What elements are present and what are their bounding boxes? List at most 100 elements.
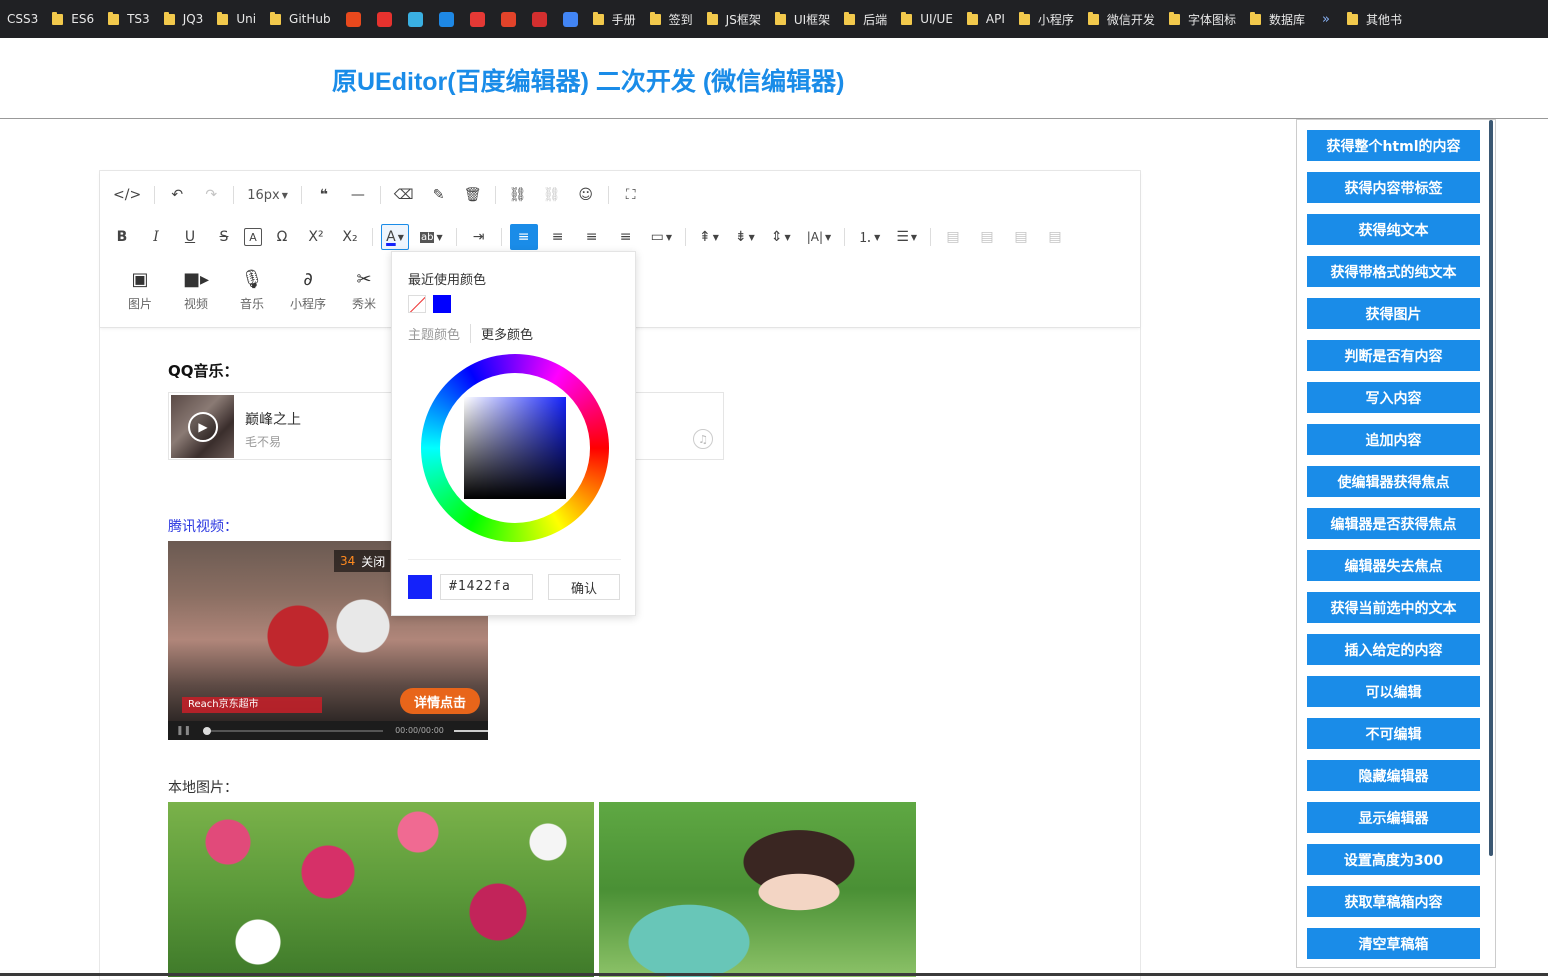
align-right-icon[interactable]: ≡: [578, 224, 606, 250]
bookmark-folder[interactable]: UI框架: [768, 0, 837, 38]
strikethrough-icon[interactable]: S: [210, 224, 238, 250]
bookmark-folder[interactable]: ES6: [45, 0, 101, 38]
insert-image-button[interactable]: ▣ 图片: [112, 269, 168, 312]
bookmark-folder[interactable]: 数据库: [1243, 0, 1312, 38]
superscript-icon[interactable]: X²: [302, 224, 330, 250]
pause-icon[interactable]: ❚❚: [176, 726, 191, 736]
insert-xiumi-button[interactable]: ✂ 秀米: [336, 269, 392, 312]
sidebar-action-button[interactable]: 判断是否有内容: [1307, 340, 1480, 371]
eraser-icon[interactable]: ⌫: [389, 182, 419, 208]
background-color-icon[interactable]: ab ▼: [415, 224, 448, 250]
sidebar-action-button[interactable]: 获得图片: [1307, 298, 1480, 329]
flowers-image[interactable]: [168, 802, 594, 977]
sidebar-action-button[interactable]: 写入内容: [1307, 382, 1480, 413]
font-size-select[interactable]: 16px ▼: [242, 182, 293, 208]
sidebar-action-button[interactable]: 清空草稿箱: [1307, 928, 1480, 959]
bookmark-site[interactable]: [369, 0, 400, 38]
sidebar-action-button[interactable]: 获取草稿箱内容: [1307, 886, 1480, 917]
bookmark-folder[interactable]: Uni: [210, 0, 263, 38]
row-spacing-bottom-icon[interactable]: ⇟ ▼: [730, 224, 760, 250]
line-height-icon[interactable]: ⇕ ▼: [766, 224, 796, 250]
bookmark-folder[interactable]: 后端: [837, 0, 894, 38]
bookmark-site[interactable]: [400, 0, 431, 38]
sidebar-action-button[interactable]: 获得整个html的内容: [1307, 130, 1480, 161]
tab-theme-colors[interactable]: 主题颜色: [408, 324, 472, 343]
link-icon[interactable]: ⛓: [504, 182, 532, 208]
source-code-icon[interactable]: </>: [108, 182, 146, 208]
align-left-icon[interactable]: ≡: [509, 224, 538, 250]
sidebar-action-button[interactable]: 显示编辑器: [1307, 802, 1480, 833]
clear-doc-icon[interactable]: 🗑: [459, 182, 487, 208]
bookmark-site[interactable]: [462, 0, 493, 38]
tab-more-colors[interactable]: 更多颜色: [471, 324, 543, 343]
font-color-icon[interactable]: A ▼: [381, 224, 409, 250]
unlink-icon[interactable]: ⛓: [538, 182, 566, 208]
sidebar-action-button[interactable]: 可以编辑: [1307, 676, 1480, 707]
bookmark-link[interactable]: CSS3: [0, 0, 45, 38]
table-align-left-icon[interactable]: ▤: [939, 224, 967, 250]
redo-icon[interactable]: ↷: [197, 182, 225, 208]
sidebar-action-button[interactable]: 设置高度为300: [1307, 844, 1480, 875]
volume-slider[interactable]: [453, 729, 488, 732]
image-float-icon[interactable]: ▭ ▼: [646, 224, 677, 250]
subscript-icon[interactable]: X₂: [336, 224, 364, 250]
italic-icon[interactable]: I: [142, 224, 170, 250]
sidebar-scrollbar[interactable]: [1489, 120, 1493, 856]
bookmark-folder[interactable]: 微信开发: [1081, 0, 1162, 38]
format-painter-icon[interactable]: ✎: [425, 182, 453, 208]
align-justify-icon[interactable]: ≡: [612, 224, 640, 250]
table-justify-icon[interactable]: ▤: [1041, 224, 1069, 250]
sidebar-action-button[interactable]: 追加内容: [1307, 424, 1480, 455]
saturation-square[interactable]: [464, 397, 566, 499]
table-align-center-icon[interactable]: ▤: [973, 224, 1001, 250]
bookmark-site[interactable]: [338, 0, 369, 38]
bookmarks-overflow-icon[interactable]: »: [1312, 0, 1340, 38]
progress-knob[interactable]: [203, 726, 212, 735]
bookmark-site[interactable]: [555, 0, 586, 38]
details-button[interactable]: 详情点击: [400, 688, 480, 714]
ad-countdown[interactable]: 34 关闭: [334, 550, 390, 572]
bookmark-folder[interactable]: JS框架: [700, 0, 768, 38]
bold-icon[interactable]: B: [108, 224, 136, 250]
hue-wheel[interactable]: [421, 354, 609, 542]
sidebar-action-button[interactable]: 编辑器是否获得焦点: [1307, 508, 1480, 539]
recent-color-swatch[interactable]: [433, 295, 451, 313]
undo-icon[interactable]: ↶: [163, 182, 191, 208]
bookmark-folder[interactable]: UI/UE: [894, 0, 960, 38]
no-color-swatch[interactable]: [408, 295, 426, 313]
sidebar-action-button[interactable]: 获得当前选中的文本: [1307, 592, 1480, 623]
bookmark-folder[interactable]: 小程序: [1012, 0, 1081, 38]
row-spacing-top-icon[interactable]: ⇞ ▼: [694, 224, 724, 250]
sidebar-action-button[interactable]: 不可编辑: [1307, 718, 1480, 749]
insert-mic-button[interactable]: 🎙 音乐: [224, 269, 280, 312]
table-align-right-icon[interactable]: ▤: [1007, 224, 1035, 250]
unordered-list-icon[interactable]: ☰ ▼: [891, 224, 922, 250]
underline-icon[interactable]: U: [176, 224, 204, 250]
blockquote-icon[interactable]: ❝: [310, 182, 338, 208]
insert-video-button[interactable]: ■▸ 视频: [168, 269, 224, 312]
sidebar-action-button[interactable]: 编辑器失去焦点: [1307, 550, 1480, 581]
sidebar-action-button[interactable]: 使编辑器获得焦点: [1307, 466, 1480, 497]
bookmark-site[interactable]: [431, 0, 462, 38]
special-char-icon[interactable]: Ω: [268, 224, 296, 250]
bookmark-folder[interactable]: GitHub: [263, 0, 338, 38]
hex-color-input[interactable]: #1422fa: [440, 574, 533, 600]
bookmark-folder[interactable]: TS3: [101, 0, 157, 38]
bookmark-folder[interactable]: JQ3: [157, 0, 211, 38]
ordered-list-icon[interactable]: ⒈ ▼: [853, 224, 885, 250]
sidebar-action-button[interactable]: 插入给定的内容: [1307, 634, 1480, 665]
indent-icon[interactable]: ⇥: [465, 224, 493, 250]
play-icon[interactable]: ▶: [188, 412, 218, 442]
sidebar-action-button[interactable]: 获得纯文本: [1307, 214, 1480, 245]
bookmark-folder[interactable]: API: [960, 0, 1012, 38]
bookmark-folder[interactable]: 签到: [643, 0, 700, 38]
sidebar-action-button[interactable]: 获得内容带标签: [1307, 172, 1480, 203]
align-center-icon[interactable]: ≡: [544, 224, 572, 250]
sidebar-action-button[interactable]: 获得带格式的纯文本: [1307, 256, 1480, 287]
portrait-image[interactable]: [599, 802, 916, 977]
insert-link-button[interactable]: ∂ 小程序: [280, 269, 336, 312]
bookmark-site[interactable]: [493, 0, 524, 38]
bookmark-site[interactable]: [524, 0, 555, 38]
fullscreen-icon[interactable]: ⛶: [617, 182, 645, 208]
letter-spacing-icon[interactable]: |A| ▼: [802, 224, 836, 250]
